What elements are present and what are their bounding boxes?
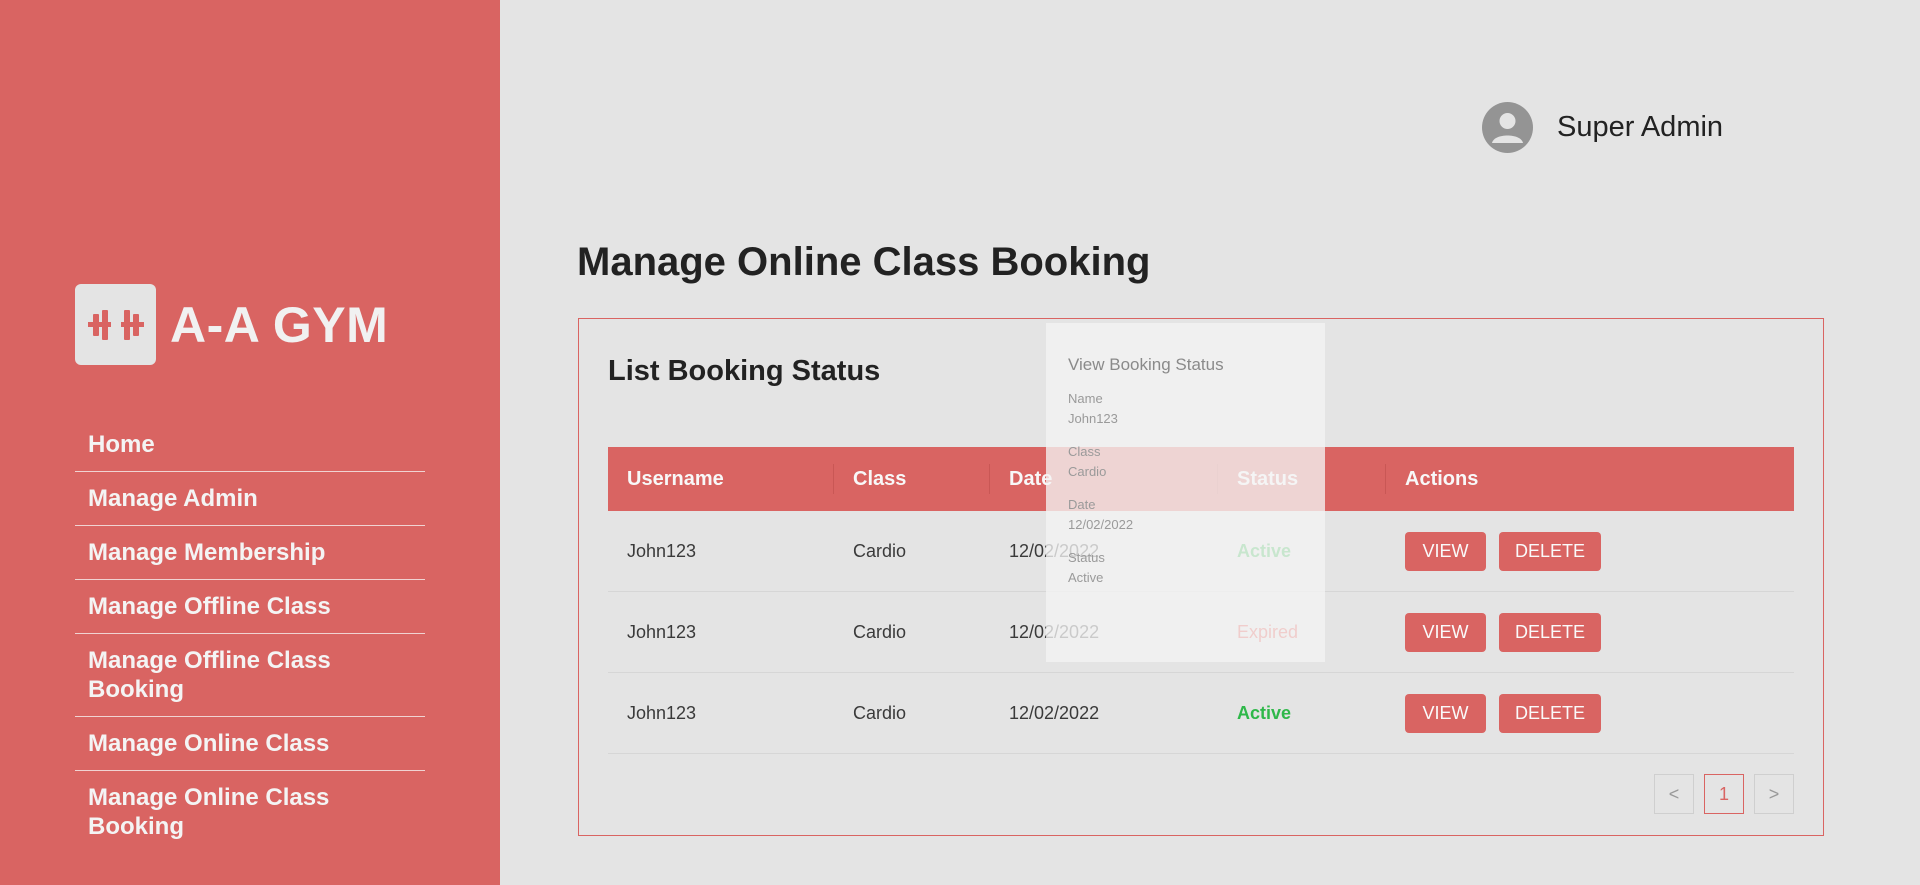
field-label-name: Name xyxy=(1068,391,1103,406)
delete-button[interactable]: DELETE xyxy=(1499,612,1601,652)
pagination: < 1 > xyxy=(1644,774,1794,814)
user-avatar-icon xyxy=(1482,102,1533,153)
cell-username: John123 xyxy=(627,702,697,723)
column-header-actions: Actions xyxy=(1405,468,1479,490)
prev-page-button[interactable]: < xyxy=(1654,774,1694,814)
cell-username: John123 xyxy=(627,540,697,561)
view-button[interactable]: VIEW xyxy=(1405,612,1486,652)
next-page-button[interactable]: > xyxy=(1754,774,1794,814)
sidebar-item-manage-online-class-booking[interactable]: Manage Online Class Booking xyxy=(75,771,425,853)
field-value-date: 12/02/2022 xyxy=(1068,517,1134,532)
cell-actions: VIEW DELETE xyxy=(1386,693,1794,733)
panel-title: View Booking Status xyxy=(1068,355,1224,374)
field-value-name: John123 xyxy=(1068,411,1118,426)
field-value-status: Active xyxy=(1068,570,1104,585)
page-title: Manage Online Class Booking xyxy=(577,240,1151,284)
page-number-button[interactable]: 1 xyxy=(1704,774,1744,814)
sidebar-item-home[interactable]: Home xyxy=(75,418,425,472)
sidebar-item-manage-online-class[interactable]: Manage Online Class xyxy=(75,717,425,771)
dumbbell-icon xyxy=(75,284,156,365)
sidebar-item-manage-offline-class[interactable]: Manage Offline Class xyxy=(75,580,425,634)
card-title: List Booking Status xyxy=(608,355,881,387)
view-button[interactable]: VIEW xyxy=(1405,693,1486,733)
cell-class: Cardio xyxy=(853,540,907,561)
cell-class: Cardio xyxy=(853,621,907,642)
table-row: John123 Cardio 12/02/2022 Active VIEW DEL… xyxy=(608,673,1794,754)
status-badge: Active xyxy=(1237,702,1292,723)
column-header-class: Class xyxy=(834,464,990,494)
sidebar-nav: Home Manage Admin Manage Membership Mana… xyxy=(75,418,425,853)
user-profile[interactable]: Super Admin xyxy=(1482,102,1723,153)
field-value-class: Cardio xyxy=(1068,464,1107,479)
sidebar-item-manage-admin[interactable]: Manage Admin xyxy=(75,472,425,526)
cell-actions: VIEW DELETE xyxy=(1386,531,1794,571)
cell-date: 12/02/2022 xyxy=(1009,702,1100,723)
brand[interactable]: A-A GYM xyxy=(75,284,388,365)
column-header-username: Username xyxy=(608,464,834,494)
sidebar: A-A GYM Home Manage Admin Manage Members… xyxy=(0,0,500,885)
delete-button[interactable]: DELETE xyxy=(1499,531,1601,571)
view-button[interactable]: VIEW xyxy=(1405,531,1486,571)
field-label-status: Status xyxy=(1068,550,1105,565)
view-booking-status-panel: View Booking Status Name John123 Class C… xyxy=(1046,323,1325,662)
field-label-date: Date xyxy=(1068,497,1096,512)
cell-actions: VIEW DELETE xyxy=(1386,612,1794,652)
sidebar-item-manage-membership[interactable]: Manage Membership xyxy=(75,526,425,580)
user-name: Super Admin xyxy=(1557,111,1724,143)
field-label-class: Class xyxy=(1068,444,1101,459)
brand-name: A-A GYM xyxy=(170,296,389,353)
cell-username: John123 xyxy=(627,621,697,642)
cell-class: Cardio xyxy=(853,702,907,723)
delete-button[interactable]: DELETE xyxy=(1499,693,1601,733)
sidebar-item-manage-offline-class-booking[interactable]: Manage Offline Class Booking xyxy=(75,634,425,717)
